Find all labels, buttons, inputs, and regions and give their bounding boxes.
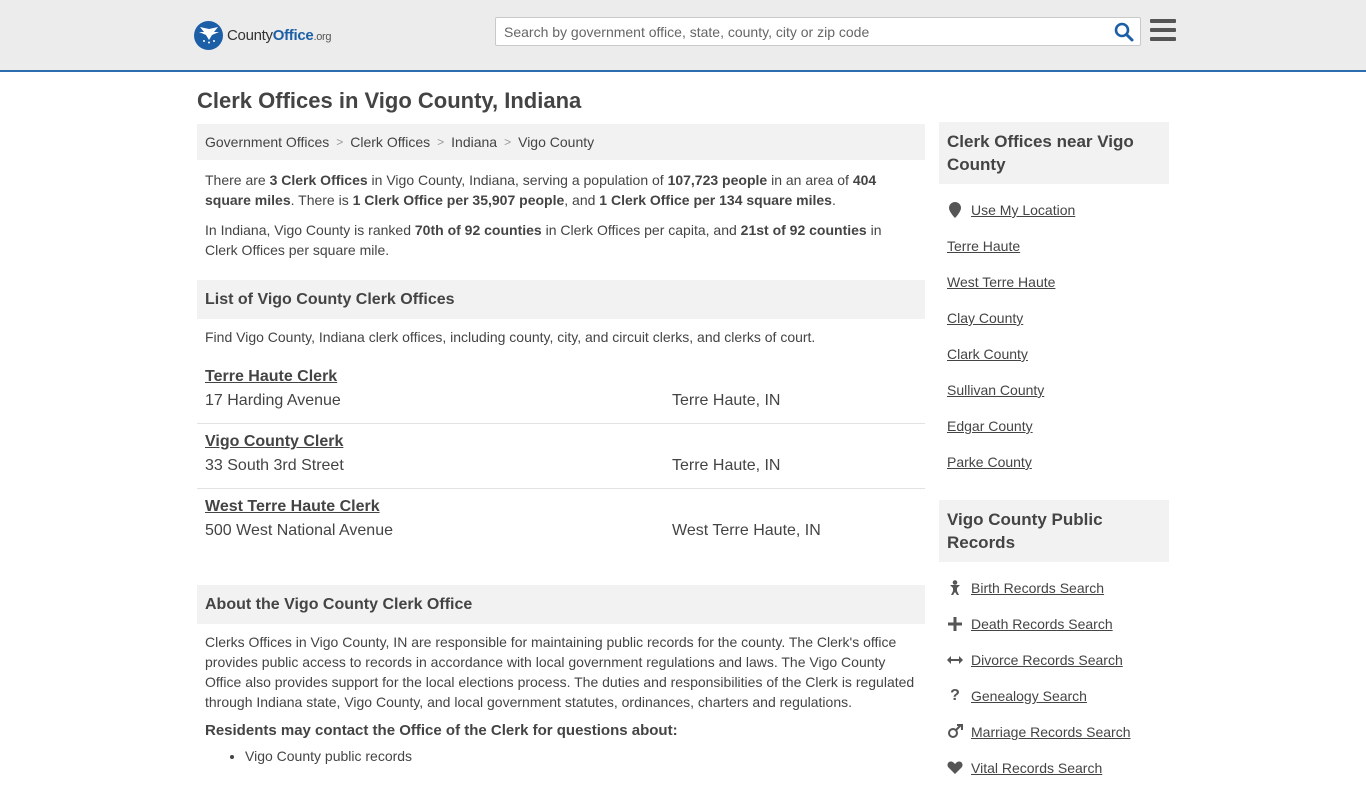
main-content: Government Offices > Clerk Offices > Ind… bbox=[197, 124, 925, 764]
about-text: Clerks Offices in Vigo County, IN are re… bbox=[205, 634, 915, 710]
nearby-heading: Clerk Offices near Vigo County bbox=[939, 122, 1169, 184]
office-list: Terre Haute Clerk 17 Harding Avenue Terr… bbox=[197, 359, 925, 554]
chevron-right-icon: > bbox=[336, 135, 344, 149]
sidebar-item-death-records: Death Records Search bbox=[947, 606, 1161, 642]
site-header: CountyOffice.org bbox=[0, 0, 1366, 72]
text-segment: . bbox=[831, 192, 836, 208]
text-segment: in Vigo County, Indiana, serving a popul… bbox=[367, 172, 668, 188]
nearby-link[interactable]: Sullivan County bbox=[947, 382, 1044, 398]
search-box bbox=[495, 17, 1141, 46]
office-address: 17 Harding Avenue bbox=[205, 392, 341, 409]
breadcrumb-indiana[interactable]: Indiana bbox=[451, 134, 497, 150]
records-heading: Vigo County Public Records bbox=[939, 500, 1169, 562]
breadcrumb-government-offices[interactable]: Government Offices bbox=[205, 134, 329, 150]
question-icon: ? bbox=[950, 687, 960, 704]
nearby-link[interactable]: Parke County bbox=[947, 454, 1032, 470]
baby-icon bbox=[947, 580, 963, 596]
office-name-link[interactable]: Terre Haute Clerk bbox=[205, 368, 337, 386]
about-heading: About the Vigo County Clerk Office bbox=[197, 585, 925, 624]
sidebar: Clerk Offices near Vigo County Use My Lo… bbox=[939, 122, 1169, 786]
sidebar-item-use-location: Use My Location bbox=[947, 192, 1161, 228]
residents-list: Vigo County public records bbox=[197, 748, 925, 764]
site-logo[interactable]: CountyOffice.org bbox=[194, 20, 332, 50]
text-segment: There are bbox=[205, 172, 270, 188]
residents-heading: Residents may contact the Office of the … bbox=[205, 722, 678, 739]
summary-paragraph: There are 3 Clerk Offices in Vigo County… bbox=[197, 170, 925, 210]
map-pin-icon bbox=[947, 202, 963, 218]
nearby-link[interactable]: Terre Haute bbox=[947, 238, 1020, 254]
office-name-link[interactable]: Vigo County Clerk bbox=[205, 433, 343, 451]
page-title: Clerk Offices in Vigo County, Indiana bbox=[197, 88, 582, 113]
breadcrumb-vigo-county: Vigo County bbox=[518, 134, 595, 150]
birth-records-link[interactable]: Birth Records Search bbox=[971, 580, 1104, 596]
highlighted-stat: 3 Clerk Offices bbox=[269, 172, 368, 188]
ranking-paragraph: In Indiana, Vigo County is ranked 70th o… bbox=[197, 220, 925, 260]
sidebar-item-marriage-records: Marriage Records Search bbox=[947, 714, 1161, 750]
nearby-link[interactable]: Clay County bbox=[947, 310, 1023, 326]
text-segment: . There is bbox=[290, 192, 353, 208]
nearby-list: Use My Location Terre Haute West Terre H… bbox=[939, 184, 1169, 480]
highlighted-stat: 1 Clerk Office per 134 square miles bbox=[599, 192, 832, 208]
list-intro: Find Vigo County, Indiana clerk offices,… bbox=[205, 329, 816, 345]
sidebar-item-nearby: Clark County bbox=[947, 336, 1161, 372]
office-name-link[interactable]: West Terre Haute Clerk bbox=[205, 498, 380, 516]
list-item: Vigo County public records bbox=[245, 748, 925, 764]
hamburger-menu-icon[interactable] bbox=[1150, 19, 1176, 43]
highlighted-stat: 1 Clerk Office per 35,907 people bbox=[352, 192, 565, 208]
cross-icon bbox=[947, 616, 963, 632]
office-city: Terre Haute, IN bbox=[672, 392, 781, 409]
search-input[interactable] bbox=[496, 18, 1096, 45]
office-row: Vigo County Clerk 33 South 3rd Street Te… bbox=[197, 424, 925, 489]
breadcrumb: Government Offices > Clerk Offices > Ind… bbox=[197, 124, 925, 160]
text-segment: , and bbox=[564, 192, 600, 208]
sidebar-item-nearby: Terre Haute bbox=[947, 228, 1161, 264]
gender-icon bbox=[947, 724, 963, 740]
marriage-records-link[interactable]: Marriage Records Search bbox=[971, 724, 1131, 740]
sidebar-item-nearby: West Terre Haute bbox=[947, 264, 1161, 300]
sidebar-item-nearby: Parke County bbox=[947, 444, 1161, 480]
text-segment: in Clerk Offices per capita, and bbox=[541, 222, 741, 238]
sidebar-item-genealogy: ? Genealogy Search bbox=[947, 678, 1161, 714]
logo-wordmark: CountyOffice.org bbox=[227, 26, 332, 44]
office-city: West Terre Haute, IN bbox=[672, 522, 821, 539]
vital-records-link[interactable]: Vital Records Search bbox=[971, 760, 1102, 776]
heartbeat-icon bbox=[947, 760, 963, 776]
highlighted-stat: 21st of 92 counties bbox=[740, 222, 867, 238]
use-location-link[interactable]: Use My Location bbox=[971, 202, 1075, 218]
highlighted-stat: 107,723 people bbox=[667, 172, 768, 188]
genealogy-link[interactable]: Genealogy Search bbox=[971, 688, 1087, 704]
sidebar-item-nearby: Edgar County bbox=[947, 408, 1161, 444]
office-row: Terre Haute Clerk 17 Harding Avenue Terr… bbox=[197, 359, 925, 424]
eagle-seal-icon bbox=[194, 20, 223, 50]
divorce-records-link[interactable]: Divorce Records Search bbox=[971, 652, 1123, 668]
office-address: 500 West National Avenue bbox=[205, 522, 393, 539]
records-list: Birth Records Search Death Records Searc… bbox=[939, 562, 1169, 786]
office-address: 33 South 3rd Street bbox=[205, 457, 344, 474]
office-city: Terre Haute, IN bbox=[672, 457, 781, 474]
office-row: West Terre Haute Clerk 500 West National… bbox=[197, 489, 925, 554]
text-segment: in an area of bbox=[767, 172, 853, 188]
search-icon[interactable] bbox=[1114, 22, 1134, 42]
list-heading: List of Vigo County Clerk Offices bbox=[197, 280, 925, 319]
death-records-link[interactable]: Death Records Search bbox=[971, 616, 1113, 632]
chevron-right-icon: > bbox=[437, 135, 445, 149]
arrows-horizontal-icon bbox=[947, 652, 963, 668]
nearby-link[interactable]: Clark County bbox=[947, 346, 1028, 362]
sidebar-item-nearby: Clay County bbox=[947, 300, 1161, 336]
breadcrumb-clerk-offices[interactable]: Clerk Offices bbox=[350, 134, 430, 150]
sidebar-item-vital-records: Vital Records Search bbox=[947, 750, 1161, 786]
highlighted-stat: 70th of 92 counties bbox=[414, 222, 542, 238]
text-segment: In Indiana, Vigo County is ranked bbox=[205, 222, 415, 238]
sidebar-item-divorce-records: Divorce Records Search bbox=[947, 642, 1161, 678]
chevron-right-icon: > bbox=[504, 135, 512, 149]
nearby-link[interactable]: West Terre Haute bbox=[947, 274, 1055, 290]
nearby-link[interactable]: Edgar County bbox=[947, 418, 1033, 434]
sidebar-item-nearby: Sullivan County bbox=[947, 372, 1161, 408]
sidebar-item-birth-records: Birth Records Search bbox=[947, 570, 1161, 606]
